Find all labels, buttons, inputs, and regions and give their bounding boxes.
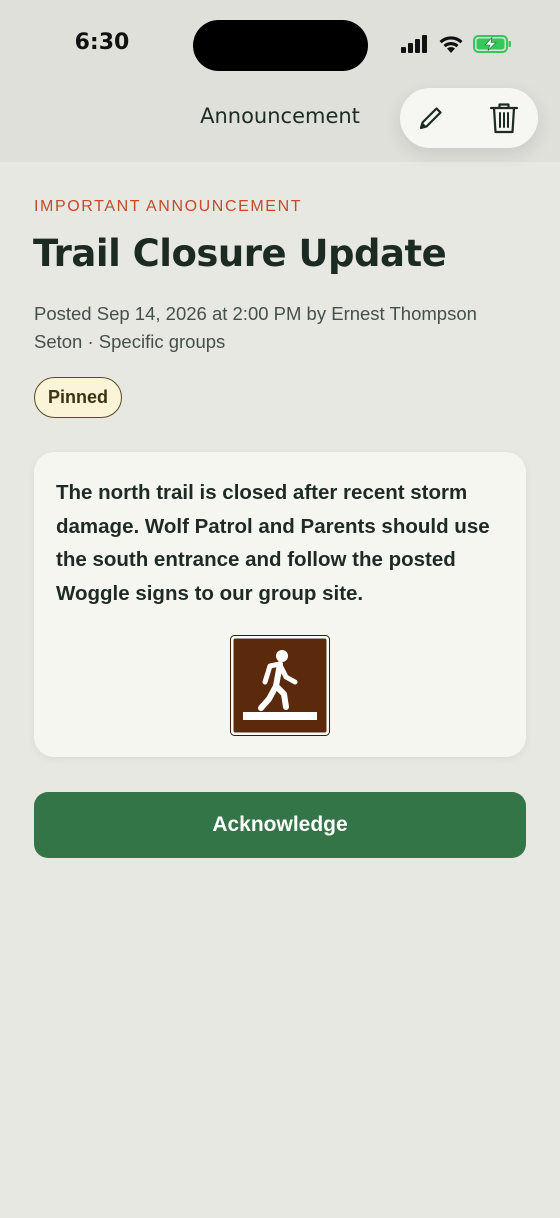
announcement-meta: Posted Sep 14, 2026 at 2:00 PM by Ernest… — [34, 303, 477, 352]
cellular-signal-icon — [401, 35, 427, 53]
edit-button[interactable] — [413, 100, 449, 136]
nav-title: Announcement — [200, 104, 360, 128]
announcement-card: The north trail is closed after recent s… — [34, 452, 526, 757]
announcement-title: Trail Closure Update — [33, 232, 447, 275]
pencil-icon — [419, 107, 442, 130]
nav-actions-group — [400, 88, 538, 148]
pinned-badge: Pinned — [34, 377, 122, 418]
wifi-icon — [439, 36, 463, 53]
announcement-body: The north trail is closed after recent s… — [56, 481, 490, 605]
trash-icon — [489, 103, 519, 134]
dynamic-island — [193, 20, 368, 71]
battery-charging-icon — [473, 35, 511, 53]
status-icons — [400, 34, 515, 56]
hiking-trail-sign-icon — [230, 635, 330, 736]
announcement-screen: 6:30 Announcement IMPORTANT ANNOUNCEMENT… — [0, 0, 560, 1218]
status-time: 6:30 — [74, 30, 130, 55]
delete-button[interactable] — [486, 100, 522, 136]
acknowledge-button[interactable]: Acknowledge — [34, 792, 526, 858]
announcement-category: IMPORTANT ANNOUNCEMENT — [34, 198, 303, 215]
